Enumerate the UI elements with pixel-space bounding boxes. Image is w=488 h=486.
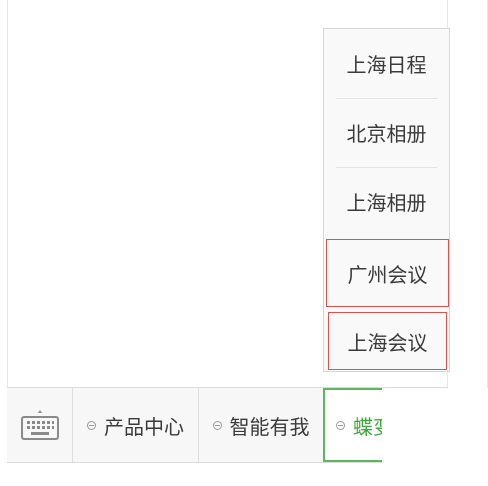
submenu-item-shanghai-album[interactable]: 上海相册 [324, 168, 449, 235]
submenu-item-beijing-album[interactable]: 北京相册 [324, 99, 449, 166]
menu-product-center[interactable]: 产品中心 [73, 388, 198, 462]
submenu-item-label: 上海日程 [346, 52, 427, 77]
submenu-item-label: 上海会议 [347, 330, 428, 355]
keyboard-toggle-button[interactable] [7, 388, 72, 462]
menu-dot-icon [212, 420, 222, 430]
submenu-item-shanghai-schedule[interactable]: 上海日程 [324, 29, 449, 97]
menu-dot-icon [87, 420, 96, 430]
clipping-mask [382, 388, 488, 464]
submenu-item-label: 上海相册 [346, 191, 427, 215]
submenu-item-label: 广州会议 [347, 262, 428, 287]
submenu-item-label: 北京相册 [346, 122, 427, 146]
menu-dot-icon [336, 420, 345, 430]
popup-submenu: 上海日程 北京相册 上海相册 广州会议 上海会议 [323, 28, 450, 372]
menu-label: 智能有我 [229, 414, 310, 439]
submenu-item-shanghai-meeting[interactable]: 上海会议 [328, 312, 447, 370]
menu-label: 产品中心 [104, 414, 184, 439]
menu-smart-me[interactable]: 智能有我 [199, 388, 323, 462]
submenu-item-guangzhou-meeting[interactable]: 广州会议 [326, 239, 449, 307]
keyboard-icon [20, 410, 59, 440]
